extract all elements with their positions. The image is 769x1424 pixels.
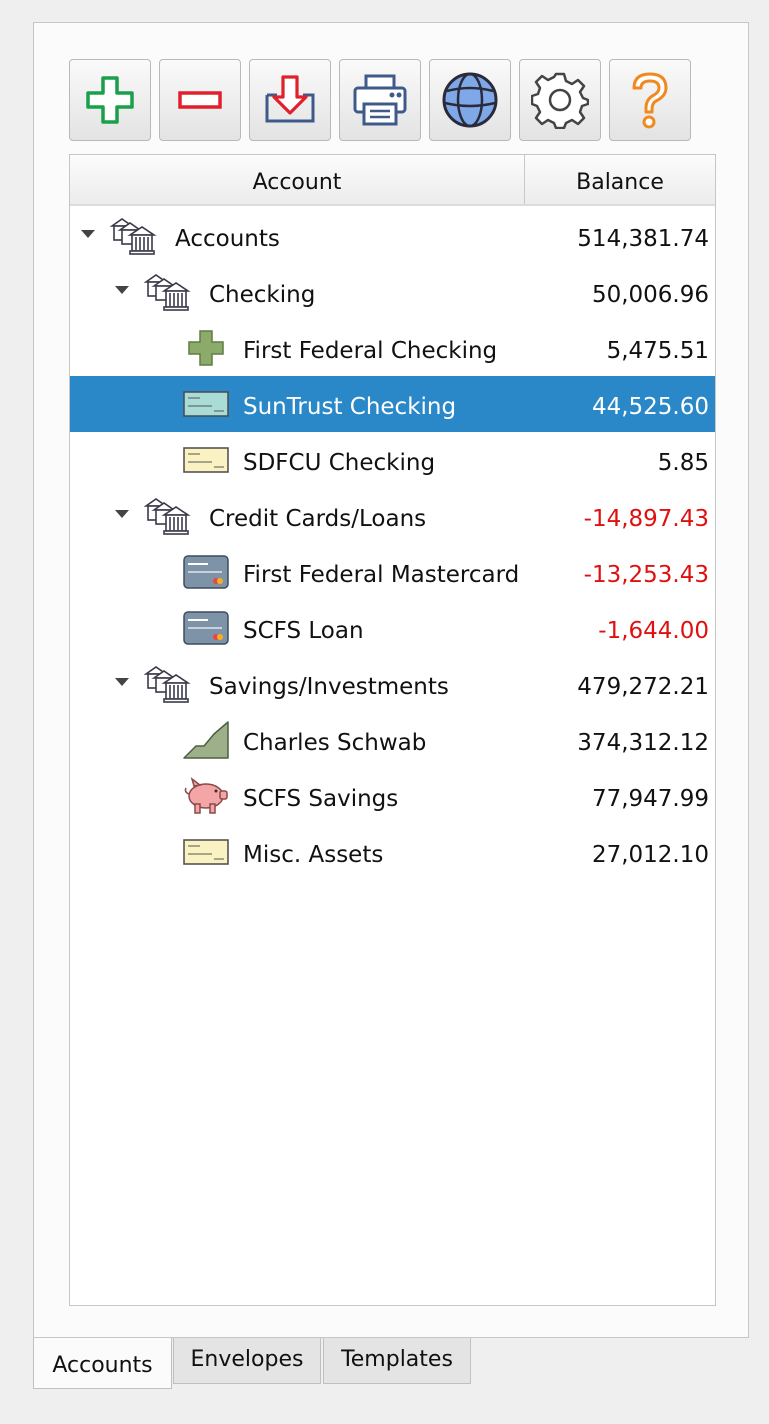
credit-card-icon [183,611,229,645]
import-button[interactable] [249,59,331,141]
account-name: SDFCU Checking [243,450,436,476]
expand-arrow-icon[interactable] [115,678,129,686]
tab-templates[interactable]: Templates [323,1338,471,1384]
bank-icon [110,218,157,255]
account-balance: -14,897.43 [583,506,709,532]
tree-row-misc-assets[interactable]: Misc. Assets 27,012.10 [70,824,715,880]
tree-row-suntrust-checking[interactable]: SunTrust Checking 44,525.60 [70,376,715,432]
account-balance: -13,253.43 [583,562,709,588]
question-icon [632,72,668,129]
plus-icon [86,76,134,124]
tree-row-credit-cards-loans[interactable]: Credit Cards/Loans -14,897.43 [70,488,715,544]
bank-icon [144,498,191,535]
account-balance: 374,312.12 [577,730,709,756]
tab-envelopes[interactable]: Envelopes [173,1338,321,1384]
balance-column-header[interactable]: Balance [525,155,715,204]
account-balance: 44,525.60 [591,394,709,420]
account-balance: 77,947.99 [591,786,709,812]
check-icon [183,447,229,473]
tree-row-checking[interactable]: Checking 50,006.96 [70,264,715,320]
account-name: Credit Cards/Loans [209,506,427,532]
tree-row-first-federal-mastercard[interactable]: First Federal Mastercard -13,253.43 [70,544,715,600]
account-name: SCFS Savings [243,786,399,812]
accounts-tree: Account Balance Accounts 514,381.74 Chec… [69,154,716,1306]
check-icon [183,391,229,417]
account-name: Misc. Assets [243,842,384,868]
account-name: SCFS Loan [243,618,364,644]
online-button[interactable] [429,59,511,141]
tree-row-sdfcu-checking[interactable]: SDFCU Checking 5.85 [70,432,715,488]
account-column-header[interactable]: Account [70,155,525,204]
tab-accounts[interactable]: Accounts [33,1338,172,1389]
account-name: First Federal Mastercard [243,562,520,588]
tree-row-scfs-savings[interactable]: SCFS Savings 77,947.99 [70,768,715,824]
remove-account-button[interactable] [159,59,241,141]
download-icon [265,75,315,123]
add-account-button[interactable] [69,59,151,141]
settings-button[interactable] [519,59,601,141]
account-balance: 27,012.10 [591,842,709,868]
account-balance: 479,272.21 [577,674,709,700]
bank-icon [144,274,191,311]
help-button[interactable] [609,59,691,141]
chart-area-icon [183,721,229,759]
account-balance: 514,381.74 [577,226,709,252]
tree-row-first-federal-checking[interactable]: First Federal Checking 5,475.51 [70,320,715,376]
credit-card-icon [183,555,229,589]
expand-arrow-icon[interactable] [81,230,95,238]
account-name: First Federal Checking [243,338,498,364]
account-name: Savings/Investments [209,674,449,700]
account-balance: 5.85 [657,450,709,476]
green-cross-icon [188,330,224,366]
account-name: Charles Schwab [243,730,427,756]
account-balance: 5,475.51 [606,338,709,364]
account-balance: -1,644.00 [598,618,709,644]
expand-arrow-icon[interactable] [115,286,129,294]
tree-row-savings-investments[interactable]: Savings/Investments 479,272.21 [70,656,715,712]
globe-icon [442,72,498,128]
account-name: Checking [209,282,316,308]
accounts-panel: Account Balance Accounts 514,381.74 Chec… [33,22,749,1338]
expand-arrow-icon[interactable] [115,510,129,518]
account-balance: 50,006.96 [591,282,709,308]
print-button[interactable] [339,59,421,141]
tree-row-accounts[interactable]: Accounts 514,381.74 [70,208,715,264]
account-name: Accounts [175,226,280,252]
printer-icon [353,74,407,126]
tree-row-charles-schwab[interactable]: Charles Schwab 374,312.12 [70,712,715,768]
account-name: SunTrust Checking [243,394,457,420]
tree-row-scfs-loan[interactable]: SCFS Loan -1,644.00 [70,600,715,656]
tree-header: Account Balance [70,155,715,206]
minus-icon [178,91,222,109]
piggy-bank-icon [184,777,228,814]
bank-icon [144,666,191,703]
gear-icon [531,72,589,129]
check-icon [183,839,229,865]
